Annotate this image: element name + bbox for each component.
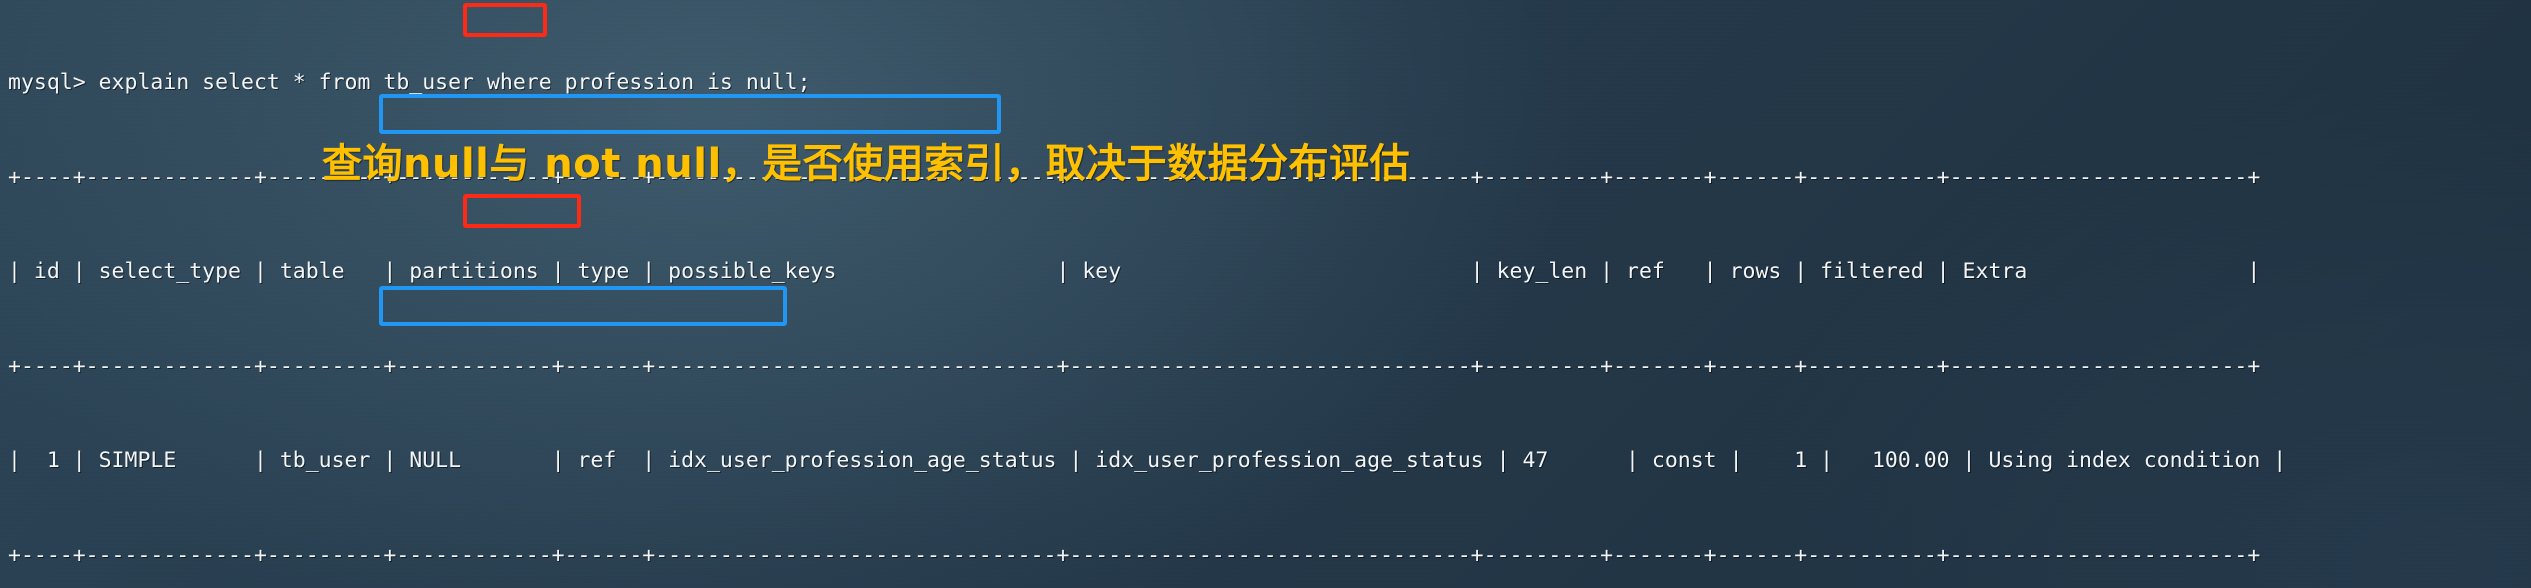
terminal-line-rule-3: +----+-------------+---------+----------…	[8, 542, 2261, 568]
terminal-line-query-1: mysql> explain select * from tb_user whe…	[8, 70, 811, 95]
terminal-line-rule-2: +----+-------------+---------+----------…	[8, 353, 2261, 379]
terminal-line-header-1: | id | select_type | table | partitions …	[8, 259, 2261, 284]
terminal-screenshot: mysql> explain select * from tb_user whe…	[0, 0, 2531, 588]
terminal-line-row-1: | 1 | SIMPLE | tb_user | NULL | ref | id…	[8, 448, 2287, 473]
annotation-note: 查询null与 not null，是否使用索引，取决于数据分布评估	[322, 141, 1411, 187]
terminal-output: mysql> explain select * from tb_user whe…	[8, 4, 2531, 588]
